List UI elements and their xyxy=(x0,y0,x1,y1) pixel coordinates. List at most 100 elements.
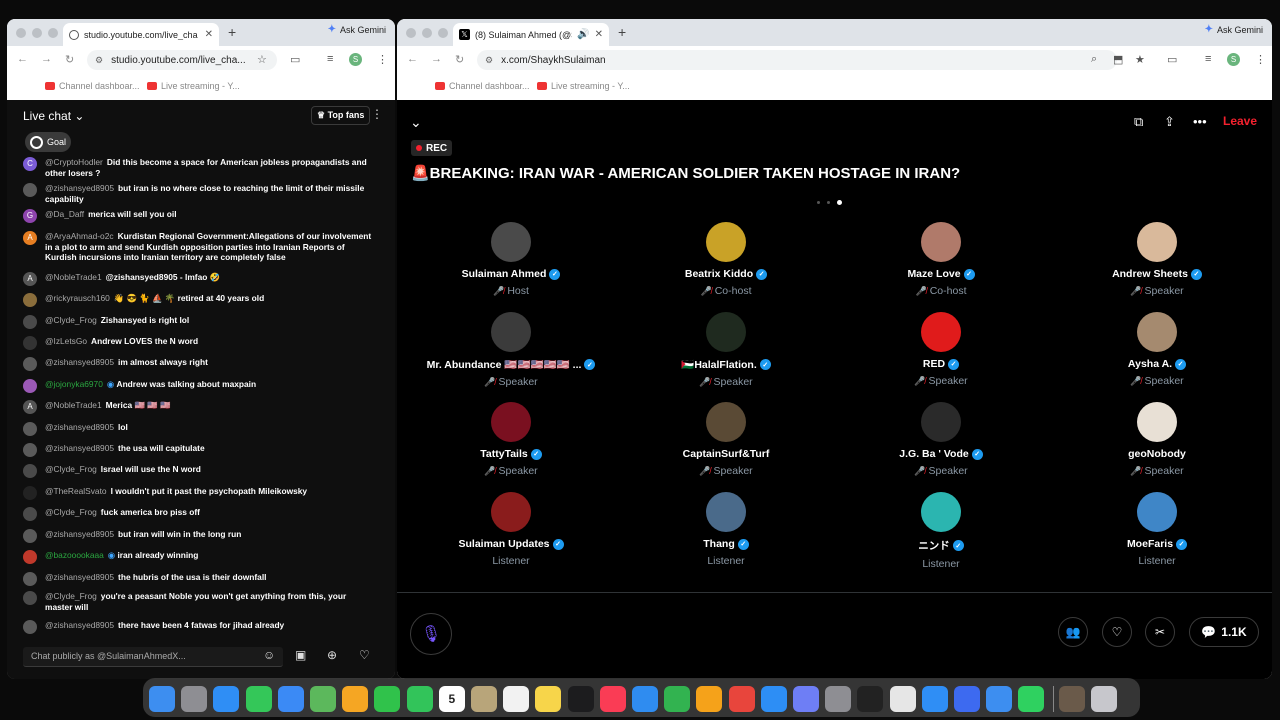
launchpad-icon[interactable] xyxy=(181,686,208,712)
chat-message[interactable]: @Clyde_Frog you're a peasant Noble you wo… xyxy=(23,591,373,612)
pages-icon[interactable] xyxy=(696,686,723,712)
username[interactable]: @Clyde_Frog xyxy=(45,507,97,517)
mic-button[interactable]: 🎙 xyxy=(410,613,452,655)
share-icon[interactable]: ⇪ xyxy=(1164,114,1175,130)
username[interactable]: @Clyde_Frog xyxy=(45,315,97,325)
chat-message[interactable]: A @NobleTrade1 Merica 🇺🇸 🇺🇸 🇺🇸 xyxy=(23,400,373,414)
participant-avatar[interactable] xyxy=(1137,312,1177,352)
numbers-icon[interactable] xyxy=(664,686,691,712)
participant[interactable]: Aysha A. ✓ 🎤̸ Speaker xyxy=(1057,312,1257,387)
participant-avatar[interactable] xyxy=(491,312,531,352)
avatar[interactable] xyxy=(23,379,37,393)
username[interactable]: @zishansyed8905 xyxy=(45,529,114,539)
username[interactable]: @zishansyed8905 xyxy=(45,357,114,367)
site-info-icon[interactable]: ⚙ xyxy=(95,55,103,66)
participant-avatar[interactable] xyxy=(921,402,961,442)
participant-avatar[interactable] xyxy=(491,492,531,532)
avatar[interactable] xyxy=(23,507,37,521)
obs-icon[interactable] xyxy=(857,686,884,712)
username[interactable]: @NobleTrade1 xyxy=(45,272,102,282)
avatar[interactable] xyxy=(23,529,37,543)
chat-message[interactable]: @zishansyed8905 there have been 4 fatwas … xyxy=(23,620,373,634)
avatar[interactable]: G xyxy=(23,209,37,223)
new-tab-button[interactable]: + xyxy=(618,24,626,40)
participant[interactable]: Beatrix Kiddo ✓ 🎤̸ Co-host xyxy=(626,222,826,297)
iphone-mirroring-icon[interactable] xyxy=(793,686,819,712)
more-icon[interactable]: ••• xyxy=(1193,114,1207,129)
system-settings-icon[interactable] xyxy=(825,686,852,712)
rocket-icon[interactable] xyxy=(728,686,755,712)
chat-message[interactable]: @zishansyed8905 lol xyxy=(23,422,373,436)
comments-button[interactable]: 💬 1.1K xyxy=(1189,617,1259,647)
chat-message[interactable]: @Clyde_Frog Israel will use the N word xyxy=(23,464,373,478)
username[interactable]: @NobleTrade1 xyxy=(45,400,102,410)
participant[interactable]: Maze Love ✓ 🎤̸ Co-host xyxy=(841,222,1041,297)
top-fans-button[interactable]: ♕ Top fans xyxy=(311,106,371,125)
participant[interactable]: MoeFaris ✓ Listener xyxy=(1057,492,1257,567)
tab-search-icon[interactable]: ≡ xyxy=(1205,53,1211,65)
live-chat-dropdown[interactable]: Live chat ⌄ xyxy=(23,109,84,123)
participant[interactable]: 🇵🇸HalalFlation. ✓ 🎤̸ Speaker xyxy=(626,312,826,388)
participant-avatar[interactable] xyxy=(921,492,961,532)
username[interactable]: @Clyde_Frog xyxy=(45,464,97,474)
chat-message[interactable]: @IzLetsGo Andrew LOVES the N word xyxy=(23,336,373,350)
participant-avatar[interactable] xyxy=(1137,402,1177,442)
participant[interactable]: Sulaiman Ahmed ✓ 🎤̸ Host xyxy=(411,222,611,297)
url-field[interactable]: ⚙ x.com/ShaykhSulaiman xyxy=(477,50,1117,70)
chat-message[interactable]: @rickyrausch160 👋 😎 🐈 ⛵ 🌴 retired at 40 y… xyxy=(23,293,373,307)
username[interactable]: @zishansyed8905 xyxy=(45,572,114,582)
avatar[interactable]: A xyxy=(23,400,37,414)
avatar[interactable] xyxy=(23,422,37,436)
avatar[interactable] xyxy=(23,315,37,329)
folder-icon[interactable] xyxy=(1058,686,1085,712)
new-tab-button[interactable]: + xyxy=(228,24,236,40)
chat-menu-icon[interactable]: ⋮ xyxy=(371,107,383,121)
avatar[interactable]: A xyxy=(23,272,37,286)
tab-x-profile[interactable]: 𝕏 (8) Sulaiman Ahmed (@S 🔊 ✕ xyxy=(453,23,609,46)
chat-message[interactable]: @bazooookaaa ◉ iran already winning xyxy=(23,550,373,564)
maps-icon[interactable] xyxy=(310,686,336,712)
screen-capture-icon[interactable] xyxy=(921,686,948,712)
username[interactable]: @zishansyed8905 xyxy=(45,443,114,453)
avatar[interactable] xyxy=(23,591,37,605)
contacts-icon[interactable] xyxy=(471,686,497,712)
chat-message[interactable]: @zishansyed8905 the usa will capitulate xyxy=(23,443,373,457)
chat-message[interactable]: A @AryaAhmad-o2c Kurdistan Regional Govern… xyxy=(23,231,373,263)
avatar[interactable] xyxy=(23,357,37,371)
facetime-icon[interactable] xyxy=(374,686,401,712)
heart-icon[interactable]: ♡ xyxy=(359,648,370,662)
username[interactable]: @CryptoHodler xyxy=(45,157,103,167)
avatar[interactable]: C xyxy=(23,157,37,171)
bookmark-star-icon[interactable]: ★ xyxy=(1135,53,1145,66)
participant-avatar[interactable] xyxy=(491,402,531,442)
avatar[interactable] xyxy=(23,464,37,478)
avatar[interactable] xyxy=(23,486,37,500)
speaker-icon[interactable]: 🔊 xyxy=(577,29,589,40)
super-chat-icon[interactable]: ▣ xyxy=(295,648,306,662)
safari-icon[interactable] xyxy=(213,686,240,712)
reminders-icon[interactable] xyxy=(503,686,530,712)
participant-avatar[interactable] xyxy=(1137,222,1177,262)
install-icon[interactable]: ⬒ xyxy=(1113,53,1123,66)
participant-avatar[interactable] xyxy=(921,312,961,352)
participant[interactable]: RED ✓ 🎤̸ Speaker xyxy=(841,312,1041,387)
username[interactable]: @bazooookaaa xyxy=(45,550,104,560)
cast-icon[interactable]: ▭ xyxy=(1167,53,1177,66)
menu-icon[interactable]: ⋮ xyxy=(1255,53,1266,66)
bookmark-live-streaming[interactable]: Live streaming - Y... xyxy=(537,81,630,91)
calendar-icon[interactable]: 5 xyxy=(438,686,465,712)
chat-message[interactable]: G @Da_Daff merica will sell you oil xyxy=(23,209,373,223)
forward-icon[interactable]: → xyxy=(431,53,442,65)
whatsapp-icon[interactable] xyxy=(1018,686,1045,712)
keynote-icon[interactable] xyxy=(632,686,658,712)
participant-avatar[interactable] xyxy=(706,402,746,442)
people-button[interactable]: 👥 xyxy=(1058,617,1088,647)
chat-message[interactable]: @Clyde_Frog fuck america bro piss off xyxy=(23,507,373,521)
avatar[interactable]: A xyxy=(23,231,37,245)
back-icon[interactable]: ← xyxy=(17,53,28,65)
username[interactable]: @zishansyed8905 xyxy=(45,422,114,432)
mail-icon[interactable] xyxy=(277,686,304,712)
url-field[interactable]: ⚙ studio.youtube.com/live_cha... xyxy=(87,50,277,70)
participant[interactable]: Mr. Abundance 🇺🇸🇺🇸🇺🇸🇺🇸🇺🇸 ... ✓ 🎤̸ Speaker xyxy=(411,312,611,388)
trash-icon[interactable] xyxy=(1090,686,1117,712)
